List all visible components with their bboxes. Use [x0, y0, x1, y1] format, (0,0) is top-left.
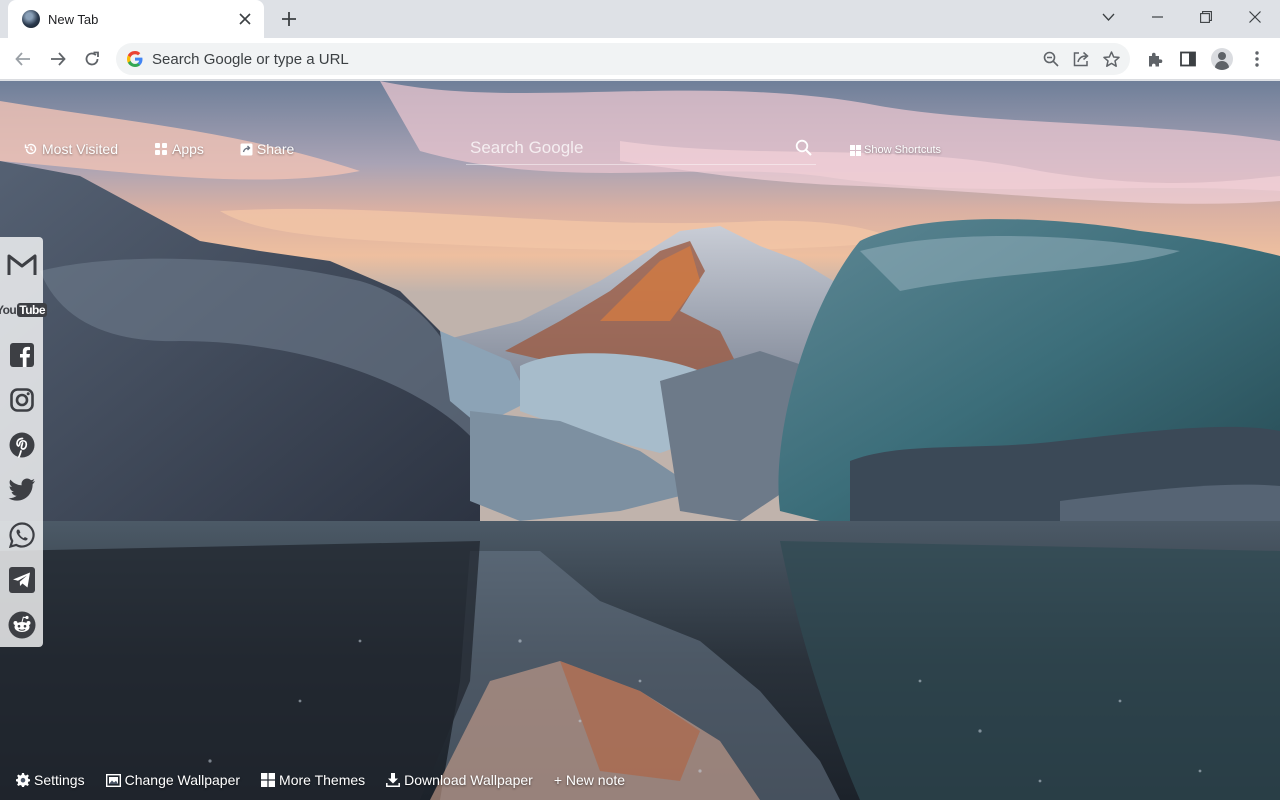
share-icon [240, 143, 253, 156]
chevron-down-icon[interactable] [1093, 4, 1123, 30]
forward-arrow-icon[interactable] [45, 46, 71, 72]
restore-icon[interactable] [1191, 4, 1221, 30]
history-icon [24, 142, 38, 156]
apps-link[interactable]: Apps [154, 141, 204, 157]
profile-avatar-icon[interactable] [1209, 46, 1235, 72]
plus-icon[interactable] [276, 6, 302, 32]
share-link[interactable]: Share [240, 141, 294, 157]
grid-icon [850, 144, 861, 156]
apps-grid-icon [154, 142, 168, 156]
telegram-icon[interactable] [4, 557, 40, 602]
side-panel-icon[interactable] [1175, 46, 1201, 72]
gmail-icon[interactable] [4, 243, 40, 288]
wallpaper-image [0, 81, 1280, 800]
google-search-box [466, 131, 816, 165]
change-wallpaper-label: Change Wallpaper [124, 772, 241, 788]
twitter-icon[interactable] [4, 467, 40, 512]
wallpaper-globe-icon [22, 10, 40, 28]
more-themes-label: More Themes [279, 772, 366, 788]
reload-icon[interactable] [79, 46, 105, 72]
search-icon[interactable] [790, 135, 816, 161]
download-wallpaper-label: Download Wallpaper [404, 772, 533, 788]
browser-toolbar: Search Google or type a URL [0, 38, 1280, 80]
omnibox[interactable]: Search Google or type a URL [116, 43, 1130, 75]
show-shortcuts-label: Show Shortcuts [864, 144, 942, 156]
new-note-label: + New note [553, 772, 626, 788]
gear-icon [16, 773, 30, 787]
top-links: Most Visited Apps Share [24, 141, 330, 157]
change-wallpaper-button[interactable]: Change Wallpaper [105, 772, 241, 788]
zoom-icon[interactable] [1036, 45, 1066, 73]
bookmark-star-icon[interactable] [1096, 45, 1126, 73]
share-label: Share [256, 141, 295, 157]
windows-grid-icon [261, 773, 276, 787]
youtube-wordmark: YouTube [0, 303, 48, 318]
tab-new-tab[interactable]: New Tab [8, 0, 264, 38]
reddit-icon[interactable] [4, 602, 40, 647]
close-icon[interactable] [1240, 4, 1270, 30]
most-visited-label: Most Visited [42, 141, 118, 157]
close-icon[interactable] [236, 10, 254, 28]
pinterest-icon[interactable] [4, 423, 40, 468]
new-tab-page: Most Visited Apps Share Show Shortcuts [0, 81, 1280, 800]
search-input[interactable] [466, 137, 790, 158]
extensions-icon[interactable] [1141, 46, 1167, 72]
back-arrow-icon[interactable] [10, 46, 36, 72]
new-note-button[interactable]: + New note [554, 772, 625, 788]
youtube-icon[interactable]: YouTube [0, 288, 48, 333]
instagram-icon[interactable] [4, 378, 40, 423]
settings-label: Settings [34, 772, 85, 788]
avatar [1211, 48, 1233, 70]
whatsapp-icon[interactable] [4, 512, 40, 557]
google-g-icon [126, 50, 144, 68]
share-icon[interactable] [1066, 45, 1096, 73]
omnibox-placeholder[interactable]: Search Google or type a URL [152, 51, 1036, 68]
apps-label: Apps [172, 141, 204, 157]
tab-strip: New Tab [0, 0, 1280, 38]
image-icon [105, 773, 121, 787]
settings-button[interactable]: Settings [16, 772, 85, 788]
more-themes-button[interactable]: More Themes [261, 772, 365, 788]
minimize-icon[interactable] [1142, 4, 1172, 30]
download-wallpaper-button[interactable]: Download Wallpaper [386, 772, 533, 788]
show-shortcuts-button[interactable]: Show Shortcuts [850, 144, 941, 156]
most-visited-link[interactable]: Most Visited [24, 141, 118, 157]
tab-title: New Tab [48, 11, 99, 27]
more-vert-icon[interactable] [1244, 46, 1270, 72]
facebook-icon[interactable] [4, 333, 40, 378]
social-sidebar: YouTube [0, 237, 48, 647]
download-icon [386, 773, 401, 787]
bottom-bar: Settings Change Wallpaper More Themes Do… [16, 772, 646, 788]
